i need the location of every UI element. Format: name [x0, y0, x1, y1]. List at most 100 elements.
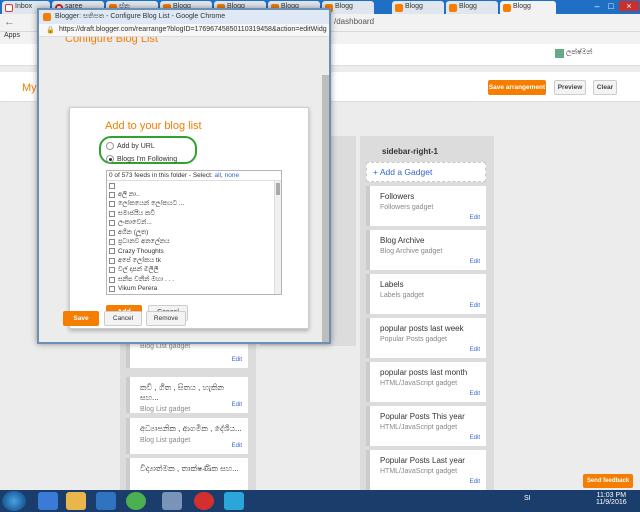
- feed-checkbox[interactable]: [109, 229, 115, 236]
- scroll-thumb[interactable]: [276, 183, 280, 195]
- blogger-icon: [449, 4, 457, 12]
- folder-icon[interactable]: [66, 492, 86, 510]
- avatar[interactable]: [555, 49, 564, 58]
- save-arrangement-button[interactable]: Save arrangement: [488, 80, 546, 95]
- add-gadget-link[interactable]: + Add a Gadget: [366, 162, 486, 182]
- feed-checkbox[interactable]: [109, 210, 115, 217]
- edit-link[interactable]: Edit: [470, 303, 480, 309]
- feed-item[interactable]: අපේ ලෝකය tk: [107, 256, 281, 265]
- feed-item[interactable]: ලංකාවෙන්...: [107, 219, 281, 228]
- edit-link[interactable]: Edit: [470, 391, 480, 397]
- preview-button[interactable]: Preview: [554, 80, 586, 95]
- opera-icon[interactable]: [194, 492, 214, 510]
- tab-blogger[interactable]: Blogg: [446, 1, 498, 14]
- feed-checkbox[interactable]: [109, 201, 115, 208]
- ie-icon[interactable]: [38, 492, 58, 510]
- feed-item[interactable]: විල් දාපන් මිලිලී: [107, 266, 281, 275]
- clock[interactable]: 11:03 PM 11/9/2016: [596, 492, 627, 506]
- gadget-blog-list[interactable]: කවි , ගීත , සිතය , හැකින සහ... Blog List…: [126, 377, 248, 413]
- edit-link[interactable]: Edit: [470, 479, 480, 485]
- minimize-icon[interactable]: –: [590, 1, 604, 11]
- feed-label: ප්‍රධානව අනලේනය: [118, 238, 170, 246]
- configure-blog-list-window: Blogger: සතිපත - Configure Blog List - G…: [37, 8, 331, 344]
- radio-blogs-following[interactable]: Blogs I'm Following: [106, 155, 177, 163]
- feed-list-scrollbar[interactable]: [274, 181, 281, 294]
- feed-label: වැළඳාන් ලක් ...: [118, 294, 157, 295]
- gadget-popular-posts-week[interactable]: popular posts last week Popular Posts ga…: [366, 318, 486, 358]
- back-arrow-icon[interactable]: ←: [4, 16, 15, 28]
- start-button[interactable]: [2, 491, 26, 511]
- user-name[interactable]: ලක්ෂ්මන්: [566, 49, 592, 57]
- chrome-icon[interactable]: [126, 492, 146, 510]
- apps-bookmark[interactable]: Apps: [4, 32, 20, 39]
- popup-title-bar: Blogger: සතිපත - Configure Blog List - G…: [39, 10, 329, 24]
- feed-checkbox[interactable]: [109, 285, 115, 292]
- save-button[interactable]: Save: [63, 311, 99, 326]
- edit-link[interactable]: Edit: [232, 402, 242, 408]
- popup-scrollbar[interactable]: [322, 75, 329, 342]
- feed-item[interactable]: [107, 181, 281, 190]
- feed-item[interactable]: වැළඳාන් ලක් ...: [107, 294, 281, 295]
- remove-button[interactable]: Remove: [146, 311, 186, 326]
- media-player-icon[interactable]: [96, 492, 116, 510]
- feed-label: සමාජයීය කවි: [118, 209, 155, 217]
- radio-button-selected[interactable]: [106, 155, 114, 163]
- gadget-followers[interactable]: Followers Followers gadget Edit: [366, 186, 486, 226]
- lock-icon: 🔒: [46, 27, 55, 34]
- feed-checkbox[interactable]: [109, 267, 115, 274]
- gadget-labels[interactable]: Labels Labels gadget Edit: [366, 274, 486, 314]
- blogger-icon: [395, 4, 403, 12]
- feed-checkbox[interactable]: [109, 257, 115, 264]
- gadget-popular-posts-last-year[interactable]: Popular Posts Last year HTML/JavaScript …: [366, 450, 486, 490]
- edit-link[interactable]: Edit: [470, 215, 480, 221]
- gadget-blog-list[interactable]: අධ්‍යාපනික , ආගමික , දේශීය... Blog List …: [126, 418, 248, 454]
- taskbar: SI 11:03 PM 11/9/2016: [0, 490, 640, 512]
- address-bar[interactable]: /dashboard: [334, 17, 374, 26]
- feed-item[interactable]: අගීන (ලූත): [107, 228, 281, 237]
- feed-label: සනීප වනීන් මහා . . .: [118, 275, 174, 283]
- feed-item[interactable]: Crazy Thoughts: [107, 247, 281, 256]
- feed-item[interactable]: ලෝකයෙන් ලෝකයට ...: [107, 200, 281, 209]
- feed-item[interactable]: ප්‍රධානව අනලේනය: [107, 237, 281, 246]
- gadget-popular-posts-month[interactable]: popular posts last month HTML/JavaScript…: [366, 362, 486, 402]
- feed-checkbox[interactable]: [109, 182, 115, 189]
- app-icon[interactable]: [224, 492, 244, 510]
- close-icon[interactable]: ×: [619, 1, 639, 11]
- language-indicator[interactable]: SI: [524, 495, 531, 502]
- popup-body: Configure Blog List Add to your blog lis…: [39, 37, 329, 342]
- edit-link[interactable]: Edit: [470, 259, 480, 265]
- blogger-icon: [43, 13, 51, 21]
- select-all-link[interactable]: all: [215, 172, 222, 179]
- feed-list[interactable]: 0 of 573 feeds in this folder - Select: …: [106, 170, 282, 295]
- feed-item[interactable]: සනීප වනීන් මහා . . .: [107, 275, 281, 284]
- feed-item[interactable]: අලි නා..: [107, 190, 281, 199]
- select-none-link[interactable]: none: [225, 172, 239, 179]
- feed-checkbox[interactable]: [109, 248, 115, 255]
- send-feedback-button[interactable]: Send feedback: [583, 474, 633, 488]
- gadget-blog-archive[interactable]: Blog Archive Blog Archive gadget Edit: [366, 230, 486, 270]
- edit-link[interactable]: Edit: [232, 443, 242, 449]
- maximize-icon[interactable]: □: [604, 1, 618, 11]
- feed-label: Crazy Thoughts: [118, 247, 164, 255]
- popup-address-bar[interactable]: 🔒 https://draft.blogger.com/rearrange?bl…: [39, 24, 329, 37]
- feed-checkbox[interactable]: [109, 192, 115, 199]
- clear-button[interactable]: Clear: [593, 80, 617, 95]
- feed-checkbox[interactable]: [109, 276, 115, 283]
- tab-blogger-active[interactable]: Blogg: [500, 1, 556, 14]
- radio-add-by-url[interactable]: Add by URL: [106, 142, 155, 150]
- tab-blogger[interactable]: Blogg: [392, 1, 444, 14]
- app-icon[interactable]: [162, 492, 182, 510]
- feed-item[interactable]: Vikum Perera: [107, 284, 281, 293]
- edit-link[interactable]: Edit: [470, 347, 480, 353]
- radio-button[interactable]: [106, 142, 114, 150]
- gadget-blog-list[interactable]: විද්‍යාත්මක , තාක්ෂණික සහ...: [126, 458, 248, 490]
- edit-link[interactable]: Edit: [232, 357, 242, 363]
- feed-checkbox[interactable]: [109, 239, 115, 246]
- edit-link[interactable]: Edit: [470, 435, 480, 441]
- gadget-popular-posts-this-year[interactable]: Popular Posts This year HTML/JavaScript …: [366, 406, 486, 446]
- cancel-config-button[interactable]: Cancel: [104, 311, 142, 326]
- feed-item[interactable]: සමාජයීය කවි: [107, 209, 281, 218]
- feed-checkbox[interactable]: [109, 220, 115, 227]
- sidebar-right-title: sidebar-right-1: [382, 147, 439, 156]
- feed-label: ලෝකයෙන් ලෝකයට ...: [118, 200, 185, 208]
